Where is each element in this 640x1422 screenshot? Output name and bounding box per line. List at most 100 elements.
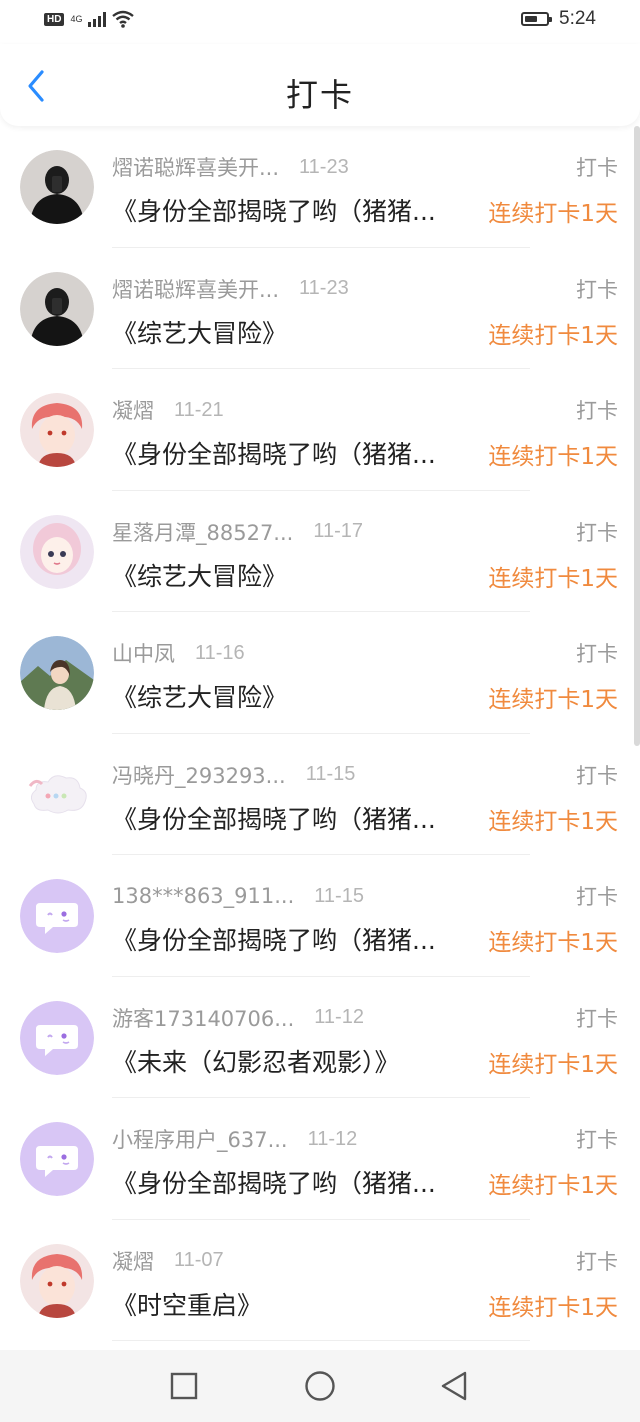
book-title: 《身份全部揭晓了哟（猪猪... — [112, 440, 436, 469]
book-title: 《未来（幻影忍者观影）》 — [112, 1047, 400, 1077]
user-name: 山中凤 — [112, 642, 175, 666]
user-name: 星落月潭_88527... — [112, 520, 294, 545]
streak-label: 连续打卡1天 — [488, 201, 618, 227]
avatar[interactable] — [20, 757, 94, 832]
streak-label: 连续打卡1天 — [488, 1051, 618, 1078]
recent-apps-icon — [170, 1372, 198, 1400]
avatar[interactable] — [20, 879, 94, 953]
streak-label: 连续打卡1天 — [488, 1294, 618, 1321]
avatar[interactable] — [20, 514, 94, 589]
streak-label: 连续打卡1天 — [488, 565, 618, 592]
checkin-date: 11-07 — [174, 1249, 224, 1271]
item-meta: 冯晓丹_293293... 11-15 — [112, 760, 355, 790]
avatar[interactable] — [20, 271, 94, 346]
user-name: 游客173140706... — [112, 1006, 295, 1031]
recent-apps-button[interactable] — [166, 1368, 202, 1404]
list-item[interactable]: 冯晓丹_293293... 11-15 打卡《身份全部揭晓了哟（猪猪... 连续打卡1… — [0, 734, 640, 856]
user-name: 凝熠 — [112, 399, 154, 423]
list-item[interactable]: 熠诺聪辉喜美开... 11-23 打卡《综艺大冒险》 连续打卡1天 — [0, 248, 640, 370]
page-title: 打卡 — [285, 76, 354, 114]
home-icon — [305, 1371, 335, 1401]
checkin-date: 11-15 — [305, 763, 356, 785]
streak-label: 连续打卡1天 — [488, 322, 618, 349]
checkin-type-label: 打卡 — [576, 1128, 618, 1152]
battery-fill — [525, 16, 538, 22]
network-label: 4G — [70, 13, 83, 24]
list-item[interactable]: 星落月潭_88527... 11-17 打卡《综艺大冒险》 连续打卡1天 — [0, 491, 640, 613]
user-name: 凝熠 — [112, 1249, 154, 1274]
user-name: 138***863_911... — [112, 884, 295, 908]
checkin-date: 11-16 — [195, 641, 245, 664]
streak-label: 连续打卡1天 — [488, 930, 618, 956]
user-name: 小程序用户_637... — [112, 1128, 288, 1152]
item-meta: 游客173140706... 11-12 — [112, 1003, 364, 1033]
streak-label: 连续打卡1天 — [488, 444, 618, 470]
book-title: 《综艺大冒险》 — [112, 318, 288, 348]
battery-icon — [521, 12, 553, 26]
checkin-date: 11-12 — [307, 1127, 358, 1150]
back-triangle-icon — [441, 1371, 467, 1401]
checkin-date: 11-23 — [299, 277, 349, 299]
checkin-type-label: 打卡 — [576, 885, 618, 909]
book-title: 《综艺大冒险》 — [112, 683, 288, 712]
list-item[interactable]: 凝熠 11-07 打卡《时空重启》 连续打卡1天 — [0, 1220, 640, 1342]
book-title: 《身份全部揭晓了哟（猪猪... — [112, 926, 436, 955]
avatar[interactable] — [20, 1243, 94, 1318]
checkin-type-label: 打卡 — [576, 1249, 618, 1274]
user-name: 冯晓丹_293293... — [112, 763, 286, 788]
item-meta: 熠诺聪辉喜美开... 11-23 — [112, 152, 349, 182]
wifi-icon — [112, 10, 135, 28]
checkin-date: 11-17 — [313, 520, 364, 542]
scrollbar[interactable] — [634, 126, 640, 746]
avatar[interactable] — [20, 1122, 94, 1196]
item-meta: 小程序用户_637... 11-12 — [112, 1124, 357, 1154]
list-item[interactable]: 凝熠 11-21 打卡《身份全部揭晓了哟（猪猪... 连续打卡1天 — [0, 369, 640, 491]
avatar[interactable] — [20, 393, 94, 467]
home-button[interactable] — [302, 1368, 338, 1404]
book-title: 《身份全部揭晓了哟（猪猪... — [112, 197, 436, 226]
back-nav-button[interactable] — [436, 1368, 472, 1404]
checkin-date: 11-12 — [314, 1006, 364, 1028]
checkin-list[interactable]: 熠诺聪辉喜美开... 11-23 打卡 《身份全部揭晓了哟（猪猪... 连续打卡1天 熠诺… — [0, 126, 640, 1350]
status-right: 5:24 — [521, 8, 596, 30]
checkin-type-label: 打卡 — [576, 763, 618, 788]
user-name: 熠诺聪辉喜美开... — [112, 156, 280, 180]
list-item[interactable]: 小程序用户_637... 11-12 打卡《身份全部揭晓了哟（猪猪... 连续打卡1天 — [0, 1098, 640, 1220]
item-meta: 熠诺聪辉喜美开... 11-23 — [112, 274, 349, 304]
checkin-type-label: 打卡 — [576, 1006, 618, 1031]
item-meta: 山中凤 11-16 — [112, 638, 245, 668]
status-left: HD 4G — [44, 10, 135, 28]
item-meta: 星落月潭_88527... 11-17 — [112, 517, 363, 547]
checkin-type-label: 打卡 — [576, 277, 618, 302]
list-item[interactable]: 熠诺聪辉喜美开... 11-23 打卡《身份全部揭晓了哟（猪猪... 连续打卡1天 — [0, 126, 640, 248]
streak-label: 连续打卡1天 — [488, 1173, 618, 1199]
avatar[interactable] — [20, 636, 94, 710]
checkin-type-label: 打卡 — [576, 520, 618, 545]
item-meta: 凝熠 11-07 — [112, 1246, 224, 1276]
header: 打卡 — [0, 44, 640, 126]
book-title: 《身份全部揭晓了哟（猪猪... — [112, 1169, 436, 1198]
checkin-date: 11-21 — [174, 398, 224, 421]
checkin-date: 11-15 — [314, 884, 364, 907]
item-meta: 138***863_911... 11-15 — [112, 881, 364, 911]
avatar[interactable] — [20, 1000, 94, 1075]
hd-badge: HD — [44, 12, 65, 26]
book-title: 《时空重启》 — [112, 1290, 263, 1320]
checkin-type-label: 打卡 — [576, 642, 618, 666]
checkin-date: 11-23 — [299, 155, 349, 178]
checkin-type-label: 打卡 — [576, 399, 618, 423]
navigation-bar — [0, 1350, 640, 1422]
list-item[interactable]: 游客173140706... 11-12 打卡《未来（幻影忍者观影）》 连续打卡1天 — [0, 977, 640, 1099]
list-item[interactable]: 山中凤 11-16 打卡 《综艺大冒险》 连续打卡1天 — [0, 612, 640, 734]
avatar[interactable] — [20, 150, 94, 224]
checkin-type-label: 打卡 — [576, 156, 618, 180]
book-title: 《综艺大冒险》 — [112, 561, 288, 591]
streak-label: 连续打卡1天 — [488, 808, 618, 835]
status-bar: HD 4G 5:24 — [0, 0, 640, 44]
user-name: 熠诺聪辉喜美开... — [112, 277, 280, 302]
clock: 5:24 — [559, 8, 596, 29]
item-meta: 凝熠 11-21 — [112, 395, 224, 425]
book-title: 《身份全部揭晓了哟（猪猪... — [112, 804, 436, 834]
list-item[interactable]: 138***863_911... 11-15 打卡《身份全部揭晓了哟（猪猪... 连续… — [0, 855, 640, 977]
signal-icon — [88, 11, 107, 27]
